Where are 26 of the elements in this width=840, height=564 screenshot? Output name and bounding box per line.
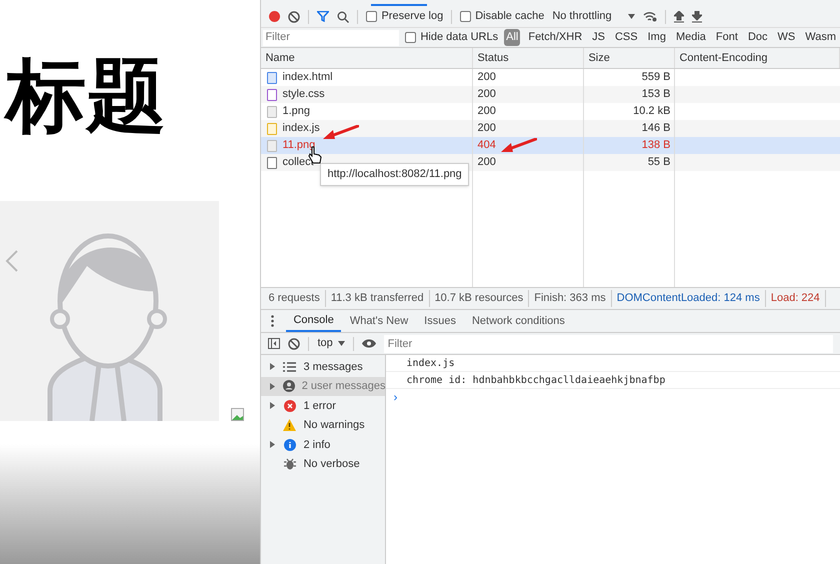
size-value: 138 B [642, 138, 670, 154]
summary-text: 11.3 kB transferred [326, 290, 430, 307]
summary-text: DOMContentLoaded: 124 ms [612, 290, 766, 307]
request-name: index.html [282, 70, 333, 86]
size-value: 153 B [642, 87, 670, 102]
status-code: 200 [477, 121, 496, 136]
size-value: 559 B [642, 70, 670, 86]
size-value: 146 B [642, 121, 670, 136]
status-code: 200 [477, 70, 496, 86]
request-name: 1.png [282, 104, 310, 120]
url-tooltip: http://localhost:8082/11.png [320, 163, 469, 186]
request-name: style.css [282, 87, 325, 102]
summary-text: 6 requests [263, 290, 326, 307]
status-code: 200 [477, 87, 496, 102]
request-name: index.js [282, 121, 320, 136]
size-value: 10.2 kB [633, 104, 670, 120]
status-code: 200 [477, 155, 496, 170]
console-message: chrome id: hdnbahbkbcchgaclldaieaehkjbnafbp [406, 374, 666, 388]
status-code: 404 [477, 138, 496, 154]
summary-text: Finish: 363 ms [529, 290, 612, 307]
page-heading: 标题 [2, 46, 170, 146]
summary-text: Load: 224 [766, 290, 826, 307]
console-message: index.js [406, 356, 455, 370]
status-code: 200 [477, 104, 496, 120]
size-value: 55 B [648, 155, 670, 170]
summary-text: 10.7 kB resources [430, 290, 530, 307]
